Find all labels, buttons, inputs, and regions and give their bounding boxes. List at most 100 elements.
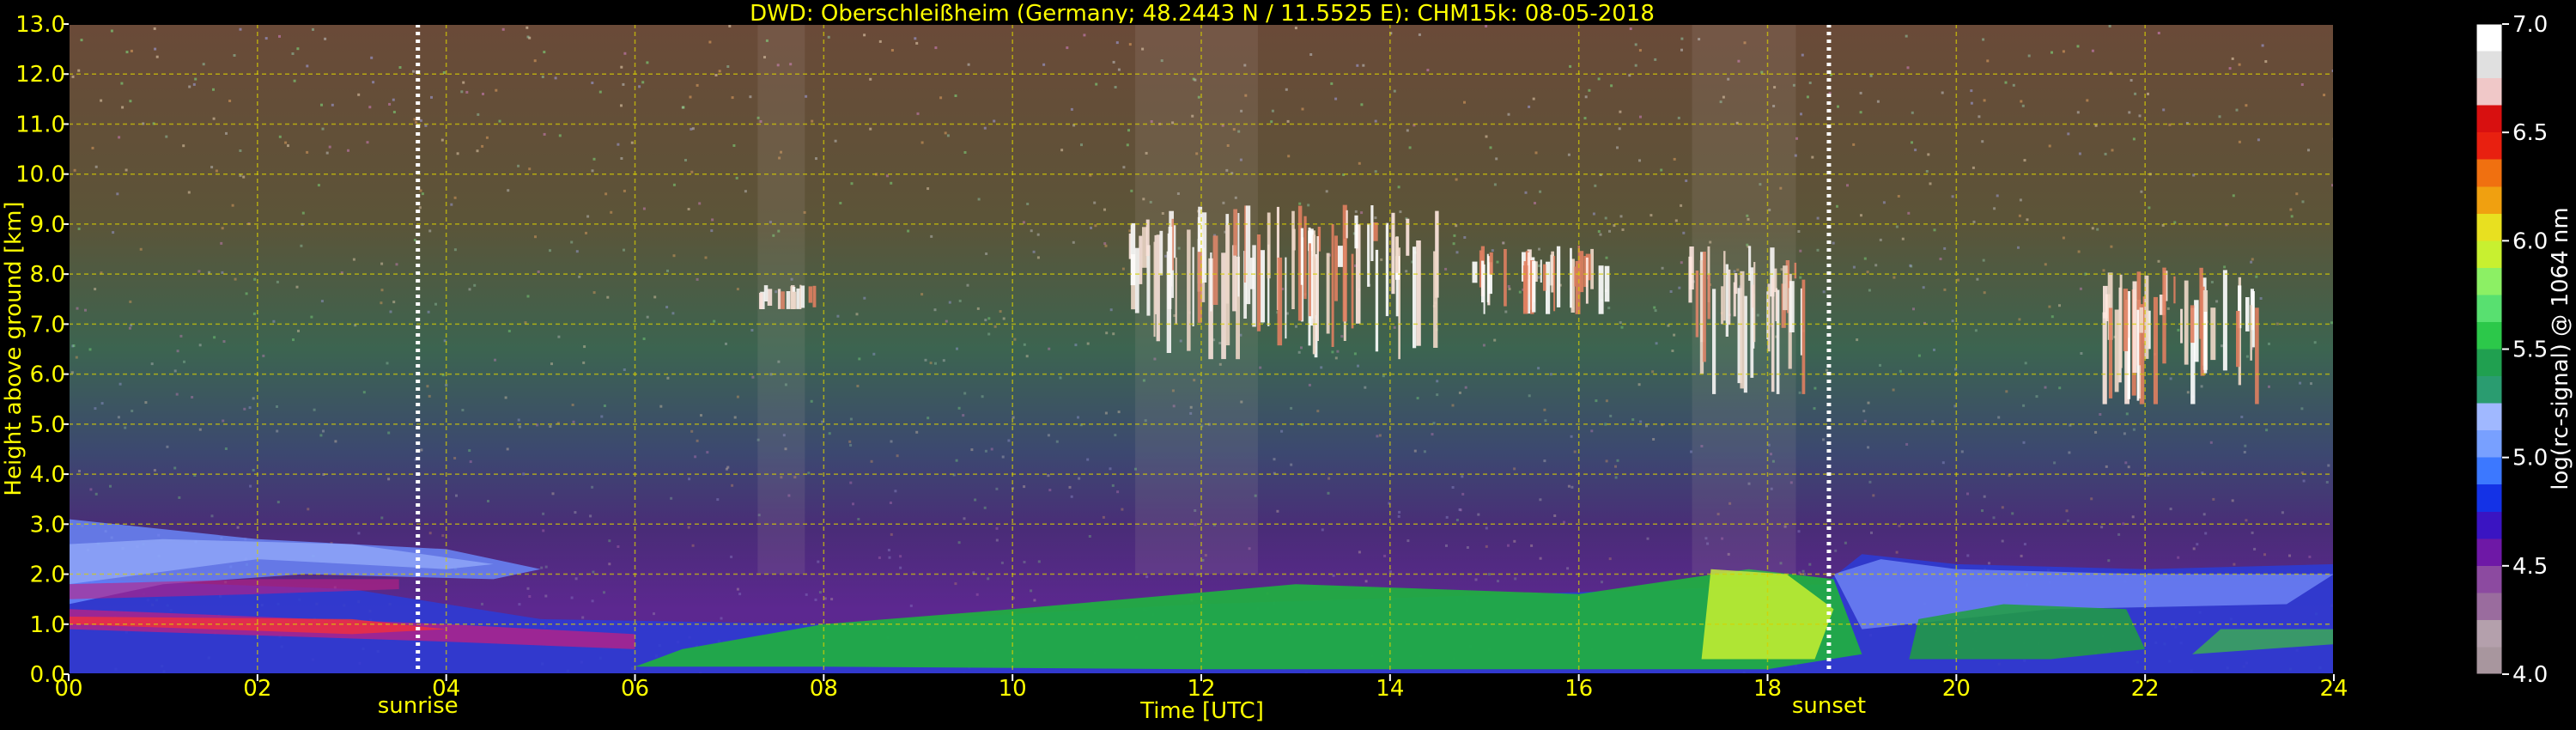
noise-speck [1951, 319, 1954, 323]
noise-speck [863, 296, 866, 300]
noise-speck [225, 131, 228, 135]
noise-speck [1000, 561, 1004, 564]
noise-speck [1445, 544, 1448, 547]
noise-speck [1925, 170, 1929, 173]
noise-speck [1678, 286, 1681, 289]
noise-speck [2111, 149, 2114, 152]
noise-speck [526, 587, 530, 590]
cloud-streak [2162, 267, 2166, 364]
noise-speck [620, 65, 623, 69]
noise-speck [711, 218, 714, 222]
noise-speck [1859, 111, 1862, 114]
noise-speck [287, 144, 289, 148]
noise-speck [1996, 194, 1999, 198]
noise-speck [150, 362, 154, 366]
noise-speck [554, 76, 557, 80]
cloud-streak [1370, 205, 1374, 261]
noise-speck [212, 117, 216, 120]
noise-speck [2259, 297, 2263, 300]
colorbar-tick-label: 4.5 [2512, 554, 2548, 580]
noise-speck [598, 90, 602, 94]
noise-speck [526, 295, 530, 298]
noise-speck [544, 565, 548, 569]
noise-speck [276, 405, 278, 408]
noise-speck [749, 95, 752, 99]
noise-speck [2232, 194, 2235, 198]
noise-speck [481, 144, 484, 148]
noise-speck [392, 301, 396, 304]
noise-speck [2299, 381, 2302, 385]
noise-speck [1094, 224, 1097, 228]
noise-speck [1669, 290, 1673, 293]
noise-speck [582, 361, 586, 364]
noise-speck [1059, 376, 1062, 380]
noise-speck [1614, 476, 1618, 479]
noise-speck [278, 135, 282, 138]
x-tick-label: 06 [621, 676, 649, 702]
noise-speck [2058, 386, 2062, 390]
noise-speck [1801, 53, 1804, 57]
noise-speck [276, 280, 279, 283]
noise-speck [2108, 24, 2111, 27]
noise-speck [896, 454, 899, 458]
noise-speck [1879, 238, 1882, 241]
noise-speck [1832, 241, 1835, 245]
noise-speck [70, 371, 74, 374]
noise-speck [1497, 580, 1499, 583]
noise-speck [2251, 258, 2254, 261]
noise-speck [2131, 515, 2135, 519]
noise-speck [855, 313, 859, 316]
noise-speck [638, 85, 641, 88]
noise-speck [1357, 364, 1359, 368]
noise-speck [1485, 526, 1488, 530]
cloud-streak [1522, 265, 1528, 314]
noise-speck [1868, 480, 1872, 484]
noise-speck [1074, 344, 1078, 347]
noise-speck [2102, 269, 2105, 272]
noise-speck [944, 131, 947, 135]
noise-speck [915, 41, 919, 45]
noise-speck [526, 26, 529, 29]
noise-speck [2148, 206, 2151, 210]
noise-speck [239, 27, 242, 31]
cloud-streak [2222, 270, 2227, 371]
noise-speck [583, 345, 586, 349]
noise-speck [608, 563, 611, 566]
noise-speck [2166, 307, 2170, 310]
noise-speck [501, 27, 505, 31]
noise-speck [248, 406, 252, 410]
noise-speck [1388, 570, 1392, 574]
noise-speck [109, 484, 112, 488]
noise-speck [1023, 343, 1026, 346]
noise-speck [415, 121, 418, 125]
cloud-streak [2123, 289, 2129, 351]
noise-speck [2192, 547, 2196, 551]
noise-speck [2091, 49, 2094, 52]
cloud-streak [2184, 280, 2189, 365]
noise-speck [945, 319, 948, 323]
noise-speck [2076, 45, 2080, 48]
noise-speck [706, 451, 709, 454]
noise-speck [976, 307, 980, 310]
noise-speck [1528, 394, 1531, 398]
noise-speck [714, 74, 718, 76]
noise-speck [242, 175, 246, 179]
sunrise-label: sunrise [378, 693, 459, 719]
noise-speck [1325, 190, 1328, 193]
colorbar-tick-label: 7.0 [2512, 12, 2548, 38]
noise-speck [1077, 416, 1079, 419]
colorbar-tick-label: 4.0 [2512, 662, 2548, 688]
noise-speck [2235, 108, 2239, 112]
noise-speck [2001, 506, 2004, 509]
noise-speck [1360, 211, 1364, 215]
noise-speck [296, 47, 300, 51]
noise-speck [581, 616, 585, 619]
cloud-streak [2236, 311, 2240, 368]
noise-speck [2264, 60, 2268, 64]
noise-speck [1654, 58, 1657, 61]
cloud-streak [1585, 257, 1589, 304]
noise-speck [517, 418, 520, 422]
noise-speck [1933, 348, 1935, 351]
noise-speck [2290, 215, 2293, 218]
noise-speck [2275, 322, 2279, 325]
